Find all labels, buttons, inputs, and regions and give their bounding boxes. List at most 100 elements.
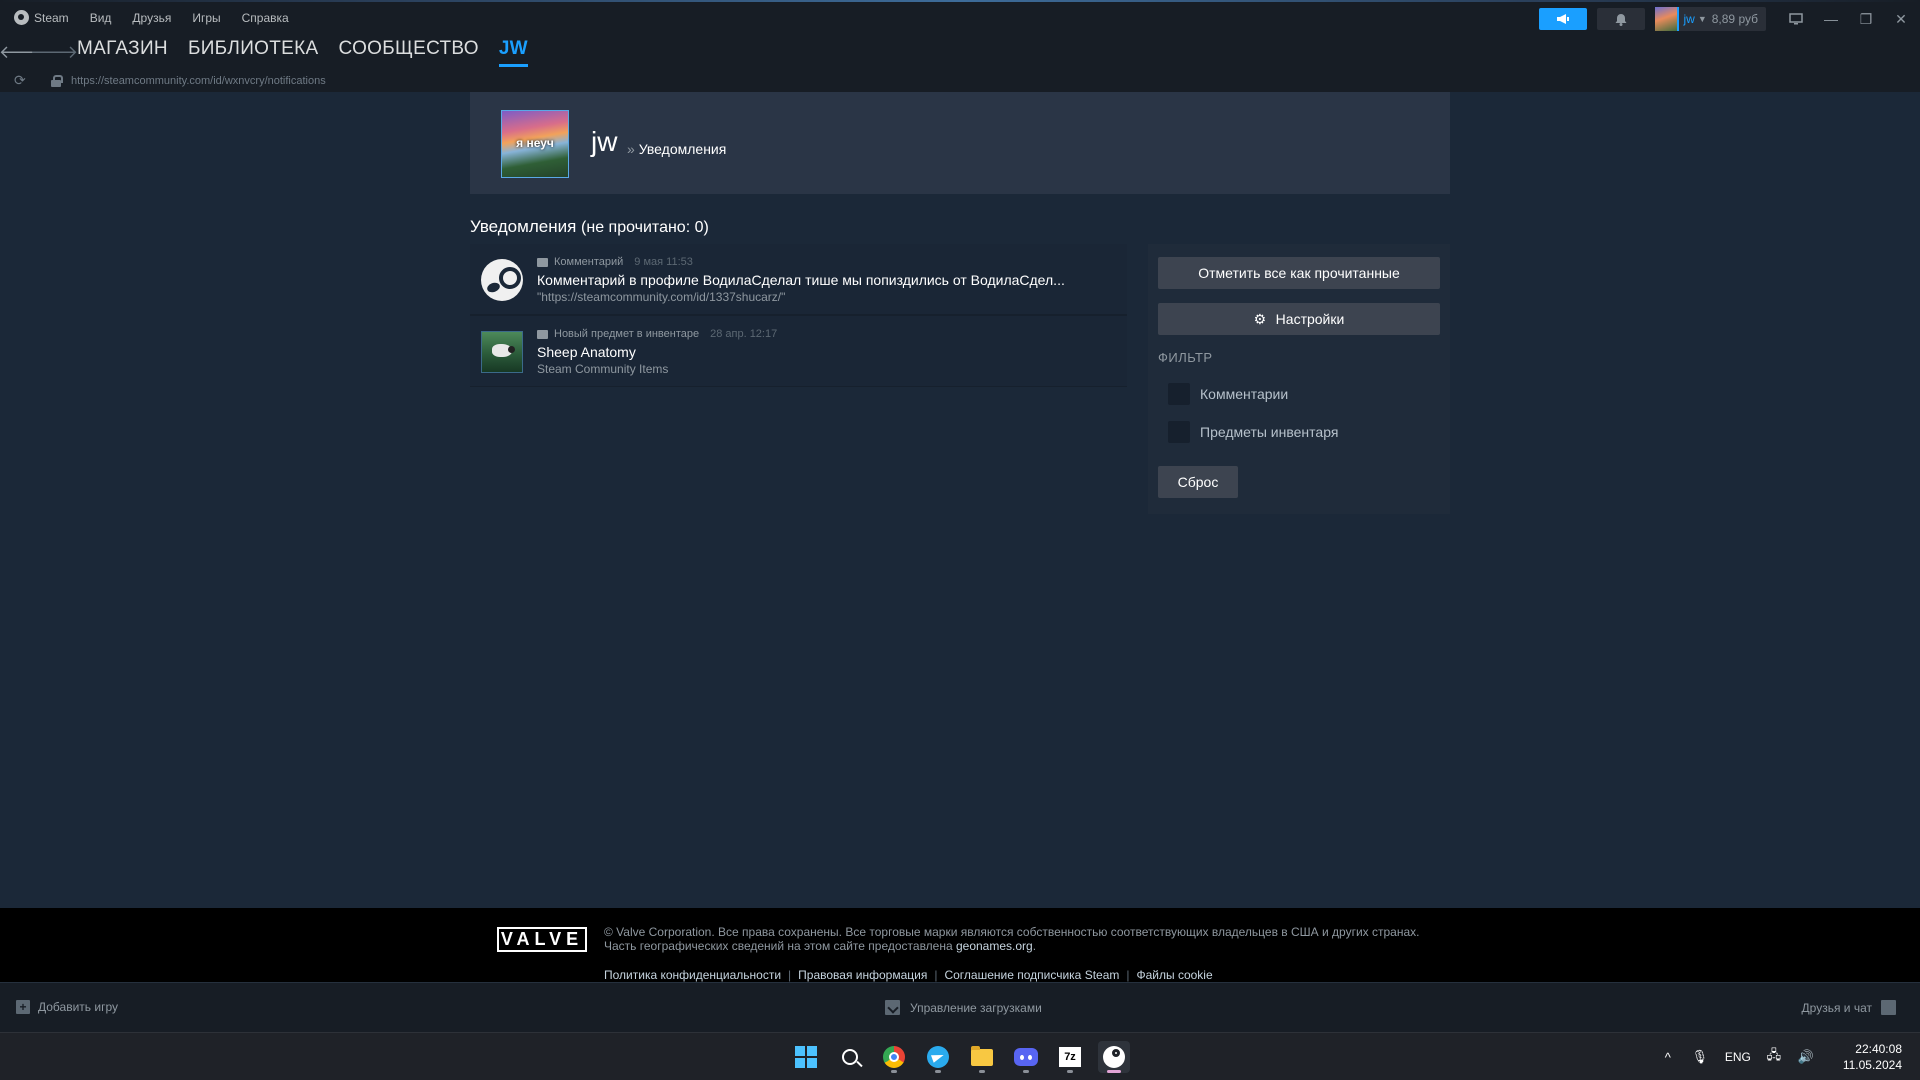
input-language[interactable]: ENG (1725, 1050, 1751, 1064)
7zip-icon[interactable]: 7z (1054, 1041, 1086, 1073)
menu-games[interactable]: Игры (192, 11, 220, 25)
cookies-link[interactable]: Файлы cookie (1137, 968, 1213, 982)
filter-heading: ФИЛЬТР (1158, 350, 1213, 365)
legal-line-2: Часть географических сведений на этом са… (604, 939, 1419, 953)
download-icon (885, 1000, 900, 1015)
reload-icon[interactable]: ⟳ (14, 72, 26, 89)
nav-library[interactable]: БИБЛИОТЕКА (188, 38, 319, 67)
bell-icon (1615, 13, 1627, 26)
notification-time: 9 мая 11:53 (634, 256, 693, 268)
page-title: Уведомления (не прочитано: 0) (470, 217, 709, 237)
minimize-button[interactable]: — (1815, 8, 1847, 30)
notifications-bell-button[interactable] (1597, 8, 1646, 30)
filter-label: Комментарии (1200, 386, 1289, 402)
privacy-policy-link[interactable]: Политика конфиденциальности (604, 968, 781, 982)
geonames-link[interactable]: geonames.org (956, 939, 1033, 953)
account-name: jw (1683, 12, 1695, 26)
friends-chat-icon (1881, 1000, 1896, 1015)
title-bar: Steam Вид Друзья Игры Справка jw ▼ 8,89 … (0, 0, 1920, 36)
gear-icon: ⚙ (1253, 311, 1267, 327)
page-content: я неуч jw » Уведомления Уведомления (не п… (0, 92, 1920, 908)
notification-subtitle: "https://steamcommunity.com/id/1337shuca… (537, 290, 786, 304)
system-tray: ^ 🎙 ENG 🖧 🔊 22:40:08 11.05.2024 (1657, 1033, 1920, 1080)
filter-inventory-items[interactable]: Предметы инвентаря (1168, 421, 1338, 443)
legal-info-link[interactable]: Правовая информация (798, 968, 927, 982)
downloads-label: Управление загрузками (910, 1000, 1042, 1015)
clock-date: 11.05.2024 (1842, 1058, 1902, 1072)
checkbox[interactable] (1168, 383, 1190, 405)
profile-name[interactable]: jw (591, 126, 617, 158)
windows-start-icon[interactable] (790, 1041, 822, 1073)
menu-friends[interactable]: Друзья (132, 11, 171, 25)
announcements-button[interactable] (1539, 8, 1588, 30)
notification-list: Комментарий 9 мая 11:53 Комментарий в пр… (470, 244, 1127, 387)
notification-title[interactable]: Sheep Anatomy (537, 344, 636, 360)
checkbox[interactable] (1168, 421, 1190, 443)
filter-comments[interactable]: Комментарии (1168, 383, 1288, 405)
account-menu-button[interactable]: jw ▼ 8,89 руб (1655, 7, 1766, 31)
notification-item[interactable]: Новый предмет в инвентаре 28 апр. 12:17 … (470, 316, 1127, 386)
notification-icon (481, 259, 523, 301)
legal-line-1: © Valve Corporation. Все права сохранены… (604, 925, 1420, 939)
mark-all-read-button[interactable]: Отметить все как прочитанные (1158, 257, 1440, 289)
settings-label: Настройки (1275, 311, 1345, 327)
big-picture-icon[interactable] (1780, 8, 1812, 30)
telegram-icon[interactable] (922, 1041, 954, 1073)
subscriber-agreement-link[interactable]: Соглашение подписчика Steam (944, 968, 1119, 982)
avatar-caption: я неуч (516, 136, 554, 150)
microphone-icon[interactable]: 🎙 (1689, 1046, 1711, 1068)
add-game-button[interactable]: + Добавить игру (16, 1000, 118, 1014)
clock[interactable]: 22:40:08 11.05.2024 (1843, 1041, 1902, 1073)
top-progress-line (0, 0, 1920, 2)
footer-separator: | (1126, 968, 1130, 982)
main-menu: Steam Вид Друзья Игры Справка (14, 10, 310, 25)
notification-title[interactable]: Комментарий в профиле ВодилаСделал тише … (537, 272, 1065, 288)
notification-icon (481, 331, 523, 373)
discord-icon[interactable] (1010, 1041, 1042, 1073)
megaphone-icon (1557, 14, 1570, 24)
nav-community[interactable]: СООБЩЕСТВО (338, 38, 478, 67)
legal-line-2-prefix: Часть географических сведений на этом са… (604, 939, 956, 953)
close-button[interactable]: ✕ (1885, 8, 1917, 30)
settings-button[interactable]: ⚙ Настройки (1158, 303, 1440, 335)
nav-profile[interactable]: JW (498, 38, 528, 67)
notification-meta: Комментарий 9 мая 11:53 (537, 256, 693, 268)
chrome-icon[interactable] (878, 1041, 910, 1073)
volume-icon[interactable]: 🔊 (1795, 1046, 1817, 1068)
friends-chat-button[interactable]: Друзья и чат (1802, 1000, 1896, 1015)
menu-view[interactable]: Вид (90, 11, 112, 25)
restore-button[interactable]: ❐ (1850, 8, 1882, 30)
notification-subtitle: Steam Community Items (537, 362, 669, 376)
manage-downloads-button[interactable]: Управление загрузками (885, 1000, 1042, 1015)
sheep-anatomy-thumbnail (481, 331, 523, 373)
clock-time: 22:40:08 (1855, 1042, 1902, 1056)
network-icon[interactable]: 🖧 (1763, 1046, 1785, 1068)
nav-store[interactable]: МАГАЗИН (77, 38, 168, 67)
page-url[interactable]: https://steamcommunity.com/id/wxnvcry/no… (71, 75, 326, 87)
tray-chevron-icon[interactable]: ^ (1657, 1046, 1679, 1068)
notification-time: 28 апр. 12:17 (710, 328, 778, 340)
title-bar-right: jw ▼ 8,89 руб — ❐ ✕ (1539, 7, 1920, 31)
profile-avatar[interactable]: я неуч (501, 110, 569, 178)
footer-links: Политика конфиденциальности | Правовая и… (604, 968, 1213, 982)
steam-logo-icon[interactable] (14, 10, 29, 25)
steam-icon[interactable] (1098, 1041, 1130, 1073)
reset-filters-button[interactable]: Сброс (1158, 466, 1238, 498)
file-explorer-icon[interactable] (966, 1041, 998, 1073)
avatar (1655, 7, 1680, 31)
notification-item[interactable]: Комментарий 9 мая 11:53 Комментарий в пр… (470, 244, 1127, 314)
menu-help[interactable]: Справка (242, 11, 289, 25)
search-icon[interactable] (834, 1041, 866, 1073)
url-bar: ⟳ https://steamcommunity.com/id/wxnvcry/… (0, 70, 1920, 92)
comment-icon (537, 257, 548, 267)
add-game-label: Добавить игру (38, 1000, 118, 1014)
windows-taskbar: 7z ^ 🎙 ENG 🖧 🔊 22:40:08 11.05.2024 (0, 1032, 1920, 1080)
breadcrumb: » Уведомления (627, 141, 726, 157)
footer-legal: © Valve Corporation. Все права сохранены… (604, 925, 1419, 953)
chevron-down-icon: ▼ (1697, 14, 1707, 24)
forward-arrow-icon[interactable]: 🡒 (30, 41, 78, 63)
wallet-balance: 8,89 руб (1711, 12, 1758, 26)
menu-steam[interactable]: Steam (34, 11, 69, 25)
valve-logo[interactable]: VALVE (497, 927, 587, 952)
friends-label: Друзья и чат (1801, 1000, 1872, 1015)
